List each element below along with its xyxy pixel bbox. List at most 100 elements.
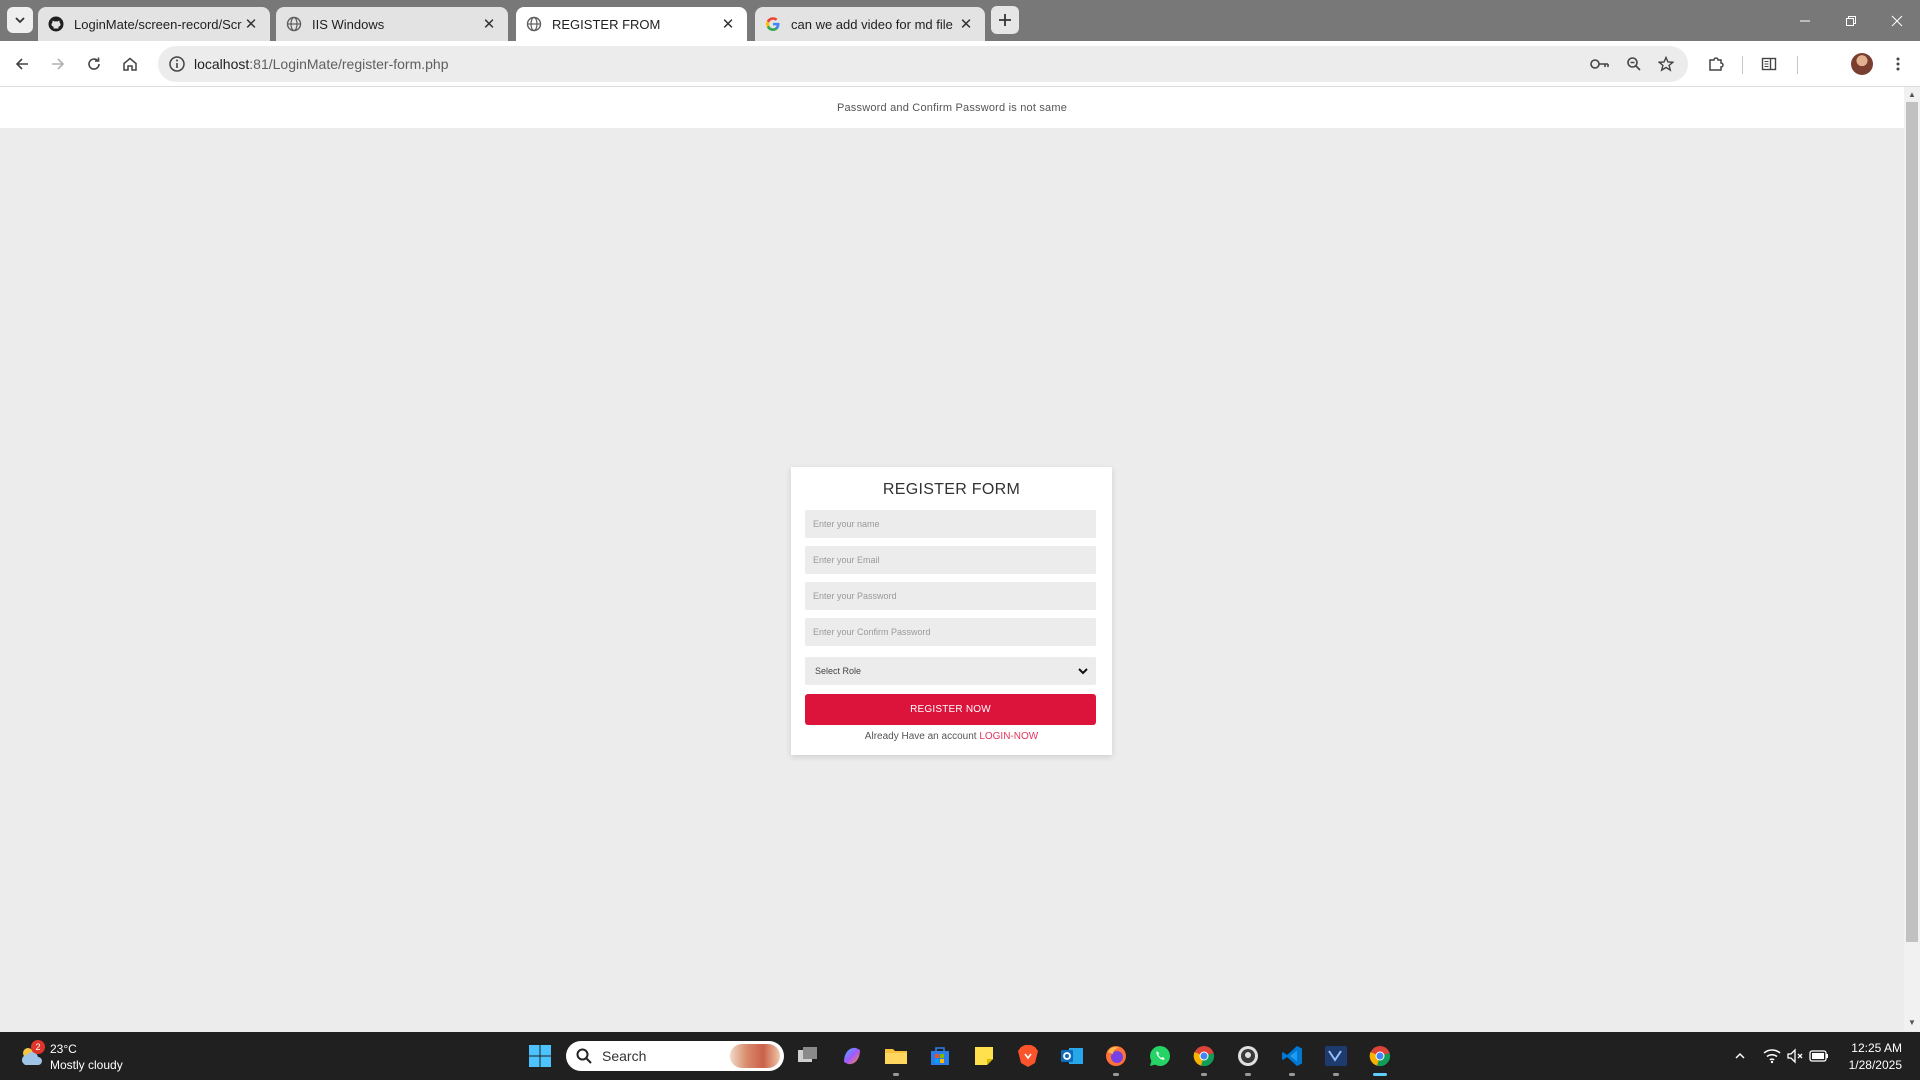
tab-strip: LoginMate/screen-record/Scree ✕ IIS Wind… (0, 0, 1920, 41)
profile-avatar[interactable] (1851, 53, 1873, 75)
copilot-icon (844, 1047, 860, 1065)
register-now-button[interactable]: REGISTER NOW (805, 694, 1096, 725)
terminal-app-icon (1325, 1046, 1347, 1066)
close-tab-icon[interactable]: ✕ (719, 15, 737, 33)
battery-icon[interactable] (1809, 1046, 1829, 1066)
clock-date[interactable]: 1/28/2025 (1849, 1058, 1902, 1072)
minimize-button[interactable] (1782, 0, 1828, 41)
tab-search-button[interactable] (7, 7, 33, 33)
arrow-left-icon (15, 58, 28, 70)
side-panel-button[interactable] (1755, 50, 1783, 78)
toolbar-separator (1797, 56, 1798, 74)
show-hidden-icons-button[interactable] (1730, 1046, 1750, 1066)
wifi-icon[interactable] (1762, 1046, 1782, 1066)
bookmark-star-icon[interactable] (1656, 54, 1676, 74)
tab-title: LoginMate/screen-record/Scree (74, 16, 242, 32)
forward-button[interactable] (44, 50, 72, 78)
browser-menu-button[interactable] (1884, 50, 1912, 78)
chevron-down-icon (15, 17, 25, 24)
tab-register-from[interactable]: REGISTER FROM ✕ (516, 7, 747, 41)
brave-lion-icon (1018, 1045, 1038, 1067)
form-title: REGISTER FORM (882, 481, 1021, 498)
volume-muted-icon[interactable] (1785, 1046, 1805, 1066)
close-tab-icon[interactable]: ✕ (957, 15, 975, 33)
outlook-app[interactable] (1056, 1040, 1088, 1072)
error-message: Password and Confirm Password is not sam… (0, 87, 1904, 128)
extensions-button[interactable] (1702, 50, 1730, 78)
new-tab-button[interactable] (991, 6, 1019, 34)
scroll-up-icon[interactable]: ▲ (1908, 91, 1916, 99)
site-info-icon[interactable] (168, 55, 186, 73)
brave-browser-app[interactable] (1012, 1040, 1044, 1072)
file-explorer-app[interactable] (880, 1040, 912, 1076)
vs-app[interactable] (1320, 1040, 1352, 1076)
vscode-app[interactable] (1276, 1040, 1308, 1076)
toolbar-separator (1742, 56, 1743, 74)
role-select-value: Select Role (815, 666, 862, 676)
task-view-button[interactable] (792, 1040, 824, 1072)
side-panel-icon (1761, 57, 1777, 71)
search-icon (576, 1048, 592, 1064)
address-bar[interactable]: localhost:81/LoginMate/register-form.php (158, 46, 1688, 82)
restore-button[interactable] (1828, 0, 1874, 41)
close-icon (1891, 15, 1903, 26)
puzzle-icon (1709, 57, 1724, 71)
start-button[interactable] (524, 1040, 556, 1072)
tab-iis-windows[interactable]: IIS Windows ✕ (276, 7, 508, 41)
github-desktop-icon (1238, 1046, 1258, 1066)
restore-icon (1846, 15, 1856, 26)
windows-logo-icon (529, 1045, 551, 1067)
chrome-app[interactable] (1364, 1040, 1396, 1076)
search-highlight-image (730, 1044, 780, 1068)
chrome-profile-app[interactable] (1188, 1040, 1220, 1076)
zoom-icon[interactable] (1624, 54, 1644, 74)
password-input[interactable] (805, 582, 1096, 610)
login-now-link[interactable]: LOGIN-NOW (979, 731, 1038, 742)
reload-icon (88, 57, 100, 70)
weather-alert-badge: 2 (31, 1040, 45, 1054)
globe-icon (286, 16, 302, 32)
plus-icon (999, 14, 1011, 26)
browser-toolbar: localhost:81/LoginMate/register-form.php (0, 41, 1920, 87)
chrome-icon (1193, 1046, 1214, 1067)
page-content: Password and Confirm Password is not sam… (0, 87, 1904, 1031)
firefox-icon (1106, 1046, 1126, 1066)
github-desktop-app[interactable] (1232, 1040, 1264, 1076)
microsoft-store-app[interactable] (924, 1040, 956, 1072)
scrollbar-thumb[interactable] (1906, 102, 1918, 942)
whatsapp-app[interactable] (1144, 1040, 1176, 1072)
close-tab-icon[interactable]: ✕ (242, 15, 260, 33)
close-window-button[interactable] (1874, 0, 1920, 41)
confirm-password-input[interactable] (805, 618, 1096, 646)
back-button[interactable] (8, 50, 36, 78)
whatsapp-icon (1150, 1046, 1170, 1066)
tab-google-search[interactable]: can we add video for md file - G ✕ (755, 7, 985, 41)
tab-title: REGISTER FROM (552, 16, 661, 32)
email-input[interactable] (805, 546, 1096, 574)
url-text: localhost:81/LoginMate/register-form.php (194, 56, 448, 72)
copilot-app[interactable] (836, 1040, 868, 1072)
taskbar-search[interactable]: Search (566, 1041, 784, 1071)
chevron-down-icon (1078, 668, 1088, 675)
tab-title: IIS Windows (312, 16, 385, 32)
chevron-up-icon (1735, 1052, 1745, 1059)
name-input[interactable] (805, 510, 1096, 538)
scroll-down-icon[interactable]: ▼ (1908, 1019, 1916, 1027)
chrome-icon (1369, 1046, 1390, 1067)
weather-temperature: 23°C (50, 1042, 77, 1056)
tab-github[interactable]: LoginMate/screen-record/Scree ✕ (38, 7, 270, 41)
clock-time[interactable]: 12:25 AM (1851, 1041, 1902, 1055)
firefox-app[interactable] (1100, 1040, 1132, 1076)
task-view-icon (798, 1047, 817, 1062)
reload-button[interactable] (80, 50, 108, 78)
google-icon (765, 16, 781, 32)
folder-icon (885, 1049, 907, 1064)
sticky-notes-app[interactable] (968, 1040, 1000, 1072)
outlook-icon (1061, 1048, 1083, 1064)
search-label: Search (602, 1048, 647, 1064)
role-select[interactable]: Select Role (805, 657, 1096, 685)
home-button[interactable] (116, 50, 144, 78)
password-key-icon[interactable] (1590, 54, 1610, 74)
close-tab-icon[interactable]: ✕ (480, 15, 498, 33)
weather-condition: Mostly cloudy (50, 1058, 123, 1072)
